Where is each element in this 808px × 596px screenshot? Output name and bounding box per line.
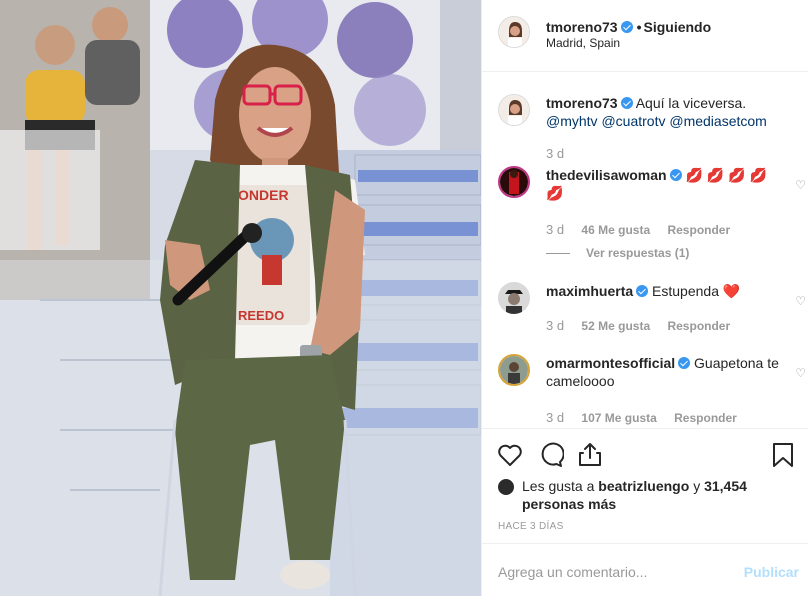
reply-button[interactable]: Responder <box>667 223 730 237</box>
comment-likes[interactable]: 52 Me gusta <box>581 319 650 333</box>
comment-meta: 3 d 52 Me gusta Responder <box>546 318 744 333</box>
comment-text: maximhuerta Estupenda ❤️ <box>546 282 786 300</box>
reply-button[interactable]: Responder <box>667 319 730 333</box>
caption-body: Aquí la viceversa. <box>635 95 747 111</box>
comment-username[interactable]: thedevilisawoman <box>546 167 667 183</box>
view-replies-button[interactable]: Ver respuestas (1) <box>546 246 689 260</box>
caption-meta: 3 d <box>546 146 578 161</box>
likes-connector: y <box>693 478 701 494</box>
comment-text: omarmontesofficial Guapetona te camelooo… <box>546 354 786 390</box>
add-comment-bar: Agrega un comentario... Publicar <box>482 543 808 596</box>
post-photo[interactable]: ONDER REEDO <box>0 0 481 596</box>
post-sidebar: tmoreno73 • Siguiendo Madrid, Spain tmoren… <box>481 0 808 596</box>
likes-summary[interactable]: Les gusta a beatrizluengo y 31,454 perso… <box>498 477 762 513</box>
divider-line <box>546 253 570 255</box>
mention-link[interactable]: @cuatrotv <box>601 113 665 129</box>
author-avatar[interactable] <box>498 16 530 48</box>
post-header: tmoreno73 • Siguiendo Madrid, Spain <box>482 0 808 72</box>
comment-username[interactable]: omarmontesofficial <box>546 355 675 371</box>
publish-button[interactable]: Publicar <box>744 564 799 580</box>
like-comment-heart-icon[interactable]: ♡ <box>795 178 806 192</box>
avatar-image <box>498 282 530 314</box>
comment-time[interactable]: 3 d <box>546 222 564 237</box>
author-username[interactable]: tmoreno73 <box>546 19 618 35</box>
caption-avatar[interactable] <box>498 94 530 126</box>
liker-username[interactable]: beatrizluengo <box>598 478 689 494</box>
comment-input[interactable]: Agrega un comentario... <box>498 564 647 580</box>
bookmark-icon[interactable] <box>769 441 797 469</box>
instagram-post: ONDER REEDO tmoreno73 • Siguiendo Madrid… <box>0 0 808 596</box>
avatar-image <box>500 168 528 196</box>
verified-icon <box>620 97 633 109</box>
comment-meta: 3 d 107 Me gusta Responder <box>546 410 751 425</box>
comments-list[interactable]: tmoreno73 Aquí la viceversa. @myhtv @cua… <box>482 72 808 428</box>
comment-avatar[interactable] <box>498 166 530 198</box>
verified-icon <box>669 169 682 181</box>
comment-time[interactable]: 3 d <box>546 410 564 425</box>
caption-text: tmoreno73 Aquí la viceversa. @myhtv @cua… <box>546 94 786 130</box>
mention-link[interactable]: @myhtv <box>546 113 598 129</box>
reply-button[interactable]: Responder <box>674 411 737 425</box>
like-comment-heart-icon[interactable]: ♡ <box>795 294 806 308</box>
separator-dot: • <box>636 19 642 35</box>
comment-avatar[interactable] <box>498 354 530 386</box>
view-replies-label: Ver respuestas (1) <box>586 246 690 260</box>
mention-link[interactable]: @mediasetcom <box>669 113 766 129</box>
comment-icon[interactable] <box>536 441 564 469</box>
comment-body: Estupenda ❤️ <box>652 283 741 299</box>
svg-text:REEDO: REEDO <box>238 308 284 323</box>
post-actions: Les gusta a beatrizluengo y 31,454 perso… <box>482 428 808 543</box>
likes-prefix: Les gusta a <box>522 478 595 494</box>
caption-username[interactable]: tmoreno73 <box>546 95 618 111</box>
liker-avatar <box>498 479 514 495</box>
caption-time[interactable]: 3 d <box>546 146 564 161</box>
post-timestamp[interactable]: HACE 3 DÍAS <box>498 521 564 532</box>
comment-time[interactable]: 3 d <box>546 318 564 333</box>
likes-text: Les gusta a beatrizluengo y 31,454 perso… <box>522 477 762 513</box>
avatar-image <box>500 356 528 384</box>
comment-meta: 3 d 46 Me gusta Responder <box>546 222 744 237</box>
following-button[interactable]: Siguiendo <box>643 19 711 35</box>
heart-icon[interactable] <box>496 441 524 469</box>
avatar-image <box>499 17 529 47</box>
comment-text: thedevilisawoman 💋 💋 💋 💋 💋 <box>546 166 786 202</box>
verified-icon <box>636 285 649 297</box>
post-photo-illustration: ONDER REEDO <box>0 0 481 596</box>
header-user-line: tmoreno73 • Siguiendo <box>546 19 711 35</box>
avatar-image <box>499 95 529 125</box>
comment-likes[interactable]: 107 Me gusta <box>581 411 656 425</box>
comment-likes[interactable]: 46 Me gusta <box>581 223 650 237</box>
like-comment-heart-icon[interactable]: ♡ <box>795 366 806 380</box>
post-location[interactable]: Madrid, Spain <box>546 36 620 50</box>
verified-icon <box>678 357 691 369</box>
svg-text:ONDER: ONDER <box>238 187 289 203</box>
comment-avatar[interactable] <box>498 282 530 314</box>
comment-username[interactable]: maximhuerta <box>546 283 633 299</box>
verified-icon <box>620 21 633 33</box>
share-icon[interactable] <box>576 441 604 469</box>
